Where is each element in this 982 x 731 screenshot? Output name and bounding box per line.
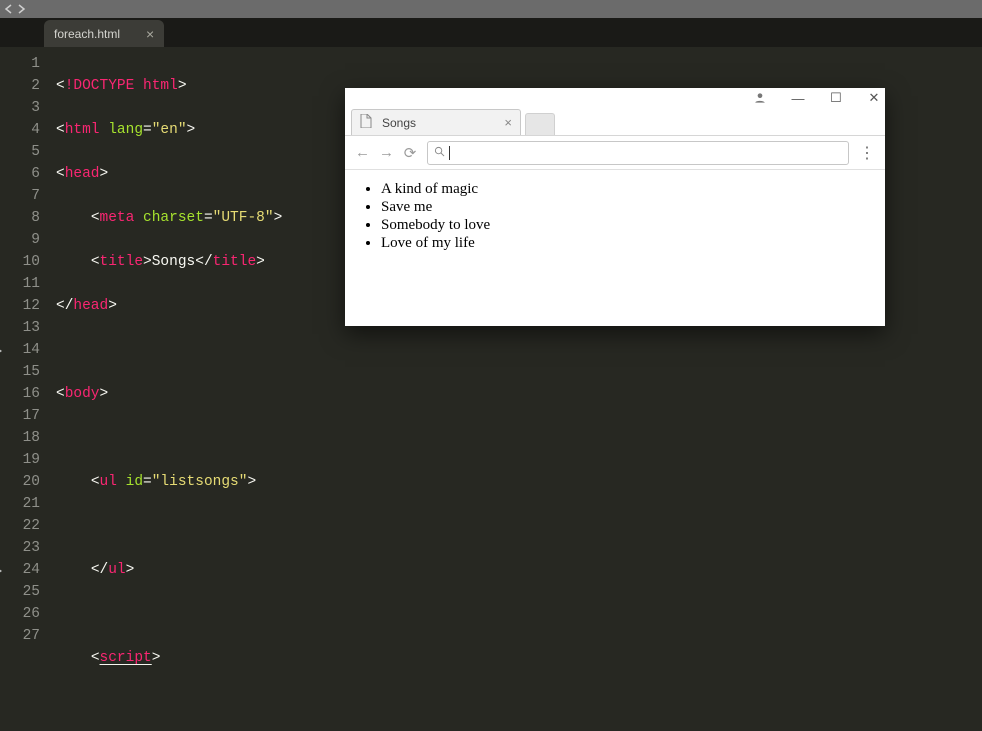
line-number: 10 [0,251,40,273]
songs-list: A kind of magic Save me Somebody to love… [359,181,871,252]
browser-window: — ☐ ✕ Songs × ← → ⟳ ⋮ A kind of magic Sa… [345,88,885,326]
line-number: 11 [0,273,40,295]
file-icon [360,114,372,131]
browser-viewport: A kind of magic Save me Somebody to love… [345,170,885,326]
line-number: 24 [0,559,40,581]
search-icon [434,146,445,160]
browser-tab[interactable]: Songs × [351,109,521,135]
line-number: 22 [0,515,40,537]
list-item: A kind of magic [381,181,871,198]
list-item: Save me [381,199,871,216]
editor-tab-title: foreach.html [54,27,120,41]
reload-icon[interactable]: ⟳ [403,144,417,162]
line-number: 3 [0,97,40,119]
url-input[interactable] [427,141,849,165]
browser-titlebar: — ☐ ✕ [345,88,885,108]
close-icon[interactable]: ✕ [867,90,881,106]
close-icon[interactable]: × [504,115,512,130]
list-item: Love of my life [381,235,871,252]
line-number: 12 [0,295,40,317]
new-tab-button[interactable] [525,113,555,135]
account-icon[interactable] [753,91,767,105]
line-number: 25 [0,581,40,603]
menu-icon[interactable]: ⋮ [859,143,875,163]
line-number: 26 [0,603,40,625]
line-number: 7 [0,185,40,207]
editor-tabbar: foreach.html × [0,18,982,47]
line-number-gutter: 1 2 3 4 5 6 7 8 9 10 11 12 13 14 15 16 1… [0,47,50,731]
line-number: 14 [0,339,40,361]
browser-tab-title: Songs [382,116,416,130]
line-number: 2 [0,75,40,97]
line-number: 6 [0,163,40,185]
minimize-icon[interactable]: — [791,91,805,106]
forward-icon[interactable]: → [379,144,393,161]
nav-forward-icon[interactable] [16,4,26,14]
line-number: 16 [0,383,40,405]
nav-back-icon[interactable] [4,4,14,14]
back-icon[interactable]: ← [355,144,369,161]
line-number: 1 [0,53,40,75]
browser-tabbar: Songs × [345,108,885,136]
list-item: Somebody to love [381,217,871,234]
maximize-icon[interactable]: ☐ [829,90,843,106]
line-number: 23 [0,537,40,559]
line-number: 27 [0,625,40,647]
editor-tab[interactable]: foreach.html × [44,20,164,47]
close-icon[interactable]: × [146,27,154,41]
line-number: 4 [0,119,40,141]
line-number: 9 [0,229,40,251]
line-number: 17 [0,405,40,427]
url-field[interactable] [454,146,842,160]
line-number: 21 [0,493,40,515]
line-number: 15 [0,361,40,383]
line-number: 8 [0,207,40,229]
line-number: 13 [0,317,40,339]
line-number: 19 [0,449,40,471]
line-number: 18 [0,427,40,449]
line-number: 20 [0,471,40,493]
text-caret [449,146,450,160]
editor-window-topbar [0,0,982,18]
line-number: 5 [0,141,40,163]
browser-navbar: ← → ⟳ ⋮ [345,136,885,170]
